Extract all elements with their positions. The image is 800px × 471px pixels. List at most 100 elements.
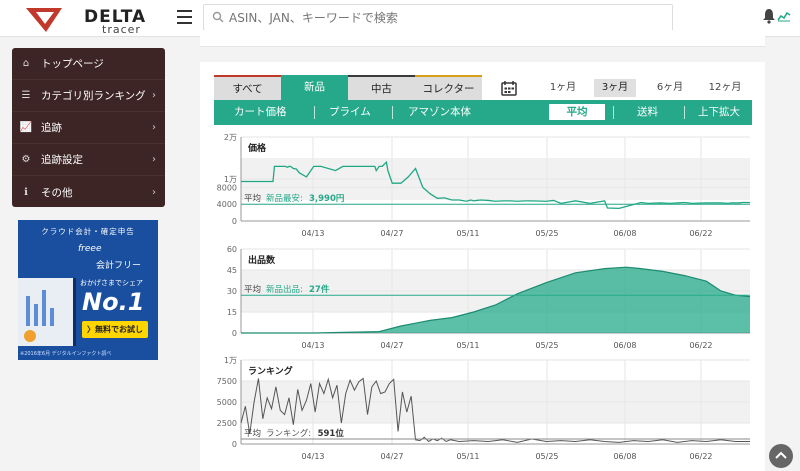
- sidebar-item-category-ranking[interactable]: ☰ カテゴリ別ランキング ›: [12, 80, 165, 112]
- chart-title: 出品数: [248, 254, 276, 266]
- y-tick-label: 60: [227, 245, 237, 254]
- y-tick-label: 15: [227, 308, 237, 317]
- info-icon: ℹ: [24, 186, 28, 198]
- separator: [613, 106, 614, 119]
- x-tick-label: 04/13: [301, 452, 324, 461]
- x-tick-label: 05/25: [535, 229, 558, 238]
- x-tick-label: 05/11: [456, 229, 479, 238]
- average-text: ランキング:: [266, 428, 311, 439]
- logo-subtext: tracer: [102, 23, 141, 36]
- filter-shipping[interactable]: 送料: [637, 100, 658, 125]
- average-value: 3,990円: [309, 194, 344, 204]
- tab-collector[interactable]: コレクター: [415, 75, 482, 100]
- filter-zoom[interactable]: 上下拡大: [698, 100, 740, 125]
- calendar-icon[interactable]: [501, 80, 517, 96]
- chart-title: ランキング: [248, 365, 293, 377]
- tracker-chart-icon[interactable]: [777, 10, 791, 22]
- tab-all[interactable]: すべて: [214, 75, 281, 100]
- sidebar-item-other[interactable]: ℹ その他 ›: [12, 176, 165, 208]
- tracking-charts: 2万1万80004000004/13 04/27 05/11 05/25 06/08 06…: [217, 133, 751, 461]
- condition-tabs: すべて 新品 中古 コレクター: [214, 75, 482, 100]
- separator: [314, 106, 315, 119]
- x-tick-label: 06/22: [689, 452, 712, 461]
- y-tick-label: 4000: [217, 200, 237, 209]
- x-tick-label: 06/08: [613, 229, 636, 238]
- chevron-right-icon: ›: [152, 154, 156, 165]
- series-filter-bar: カート価格 プライム アマゾン本体 平均 送料 上下拡大: [214, 100, 752, 125]
- y-tick-label: 8000: [217, 183, 237, 192]
- ad-free-trial-button[interactable]: 〉無料でお試し: [82, 321, 148, 338]
- ad-copy: おかげさまでシェア: [80, 279, 143, 287]
- sidebar-item-tracking-settings[interactable]: ⚙ 追跡設定 ›: [12, 144, 165, 176]
- period-3m[interactable]: 3ヶ月: [594, 79, 636, 97]
- delta-tracer-logo[interactable]: DELTA tracer: [22, 4, 152, 36]
- chart-panel: すべて 新品 中古 コレクター 1ヶ月 3ヶ月 6ヶ月 12ヶ月 カート価格 プ…: [200, 62, 765, 471]
- list-icon: ☰: [21, 90, 31, 101]
- search-input[interactable]: [229, 8, 659, 28]
- x-tick-label: 06/08: [613, 341, 636, 350]
- x-tick-label: 06/08: [613, 452, 636, 461]
- gear-icon: ⚙: [21, 154, 31, 165]
- sidebar-nav: ⌂ トップページ ☰ カテゴリ別ランキング › 📈 追跡 › ⚙ 追跡設定 › …: [12, 48, 165, 207]
- tab-new[interactable]: 新品: [281, 75, 348, 100]
- ad-brand-logo: freee: [78, 244, 102, 254]
- average-value: 27件: [309, 284, 330, 295]
- sidebar-item-top[interactable]: ⌂ トップページ: [12, 48, 165, 80]
- x-tick-label: 04/27: [380, 341, 403, 350]
- bell-icon[interactable]: [762, 8, 776, 24]
- ad-brand-name: 会計フリー: [96, 261, 142, 271]
- x-tick-label: 06/22: [689, 341, 712, 350]
- x-tick-label: 04/27: [380, 452, 403, 461]
- y-tick-label: 1万: [224, 356, 237, 365]
- separator: [392, 106, 393, 119]
- tab-used[interactable]: 中古: [348, 75, 415, 100]
- y-tick-label: 0: [232, 440, 237, 449]
- search-icon: [212, 11, 224, 23]
- average-text: 新品最安:: [266, 193, 303, 204]
- menu-toggle-icon[interactable]: [177, 10, 192, 24]
- home-icon: ⌂: [22, 58, 30, 69]
- ad-no1: No.1: [82, 288, 145, 316]
- sidebar-item-label: 追跡設定: [41, 154, 83, 166]
- y-tick-label: 45: [227, 266, 237, 275]
- y-tick-label: 5000: [217, 398, 237, 407]
- period-12m[interactable]: 12ヶ月: [703, 79, 747, 97]
- sidebar-item-label: トップページ: [41, 58, 104, 70]
- x-tick-label: 05/25: [535, 341, 558, 350]
- average-value: 591位: [318, 428, 345, 439]
- x-tick-label: 04/13: [301, 229, 324, 238]
- average-label: 平均: [244, 428, 261, 439]
- filter-amazon[interactable]: アマゾン本体: [408, 100, 471, 125]
- ad-laptop-image: [18, 278, 76, 346]
- y-tick-label: 2500: [217, 419, 237, 428]
- average-label: 平均: [244, 284, 261, 295]
- chevron-right-icon: ›: [152, 186, 156, 198]
- y-tick-label: 2万: [224, 133, 237, 142]
- ad-headline: クラウド会計・確定申告: [41, 227, 135, 236]
- sidebar-item-label: カテゴリ別ランキング: [41, 90, 146, 102]
- chart-title: 価格: [247, 142, 267, 154]
- filter-average[interactable]: 平均: [549, 104, 605, 120]
- x-tick-label: 04/27: [380, 229, 403, 238]
- y-tick-label: 0: [232, 217, 237, 226]
- logo-mark-icon: [26, 8, 62, 32]
- line-chart-icon: 📈: [19, 122, 33, 133]
- x-tick-label: 06/22: [689, 229, 712, 238]
- chevron-up-icon: [775, 451, 787, 459]
- filter-prime[interactable]: プライム: [329, 100, 371, 125]
- y-tick-label: 30: [227, 287, 237, 296]
- freee-ad-banner[interactable]: クラウド会計・確定申告 freee 会計フリー おかげさまでシェア No.1 〉…: [18, 220, 158, 360]
- separator: [684, 106, 685, 119]
- chevron-right-icon: ›: [152, 122, 156, 133]
- product-info-card: [200, 30, 765, 47]
- period-6m[interactable]: 6ヶ月: [651, 79, 689, 97]
- period-1m[interactable]: 1ヶ月: [545, 79, 581, 97]
- x-tick-label: 05/11: [456, 341, 479, 350]
- search-box: [203, 4, 673, 31]
- sidebar-item-label: その他: [41, 186, 73, 199]
- scroll-top-button[interactable]: [769, 444, 793, 468]
- sidebar-item-label: 追跡: [41, 122, 62, 134]
- sidebar-item-tracking[interactable]: 📈 追跡 ›: [12, 112, 165, 144]
- ad-footnote: ※2016年6月 デジタルインファクト調べ: [20, 351, 112, 357]
- filter-cart-price[interactable]: カート価格: [234, 100, 287, 125]
